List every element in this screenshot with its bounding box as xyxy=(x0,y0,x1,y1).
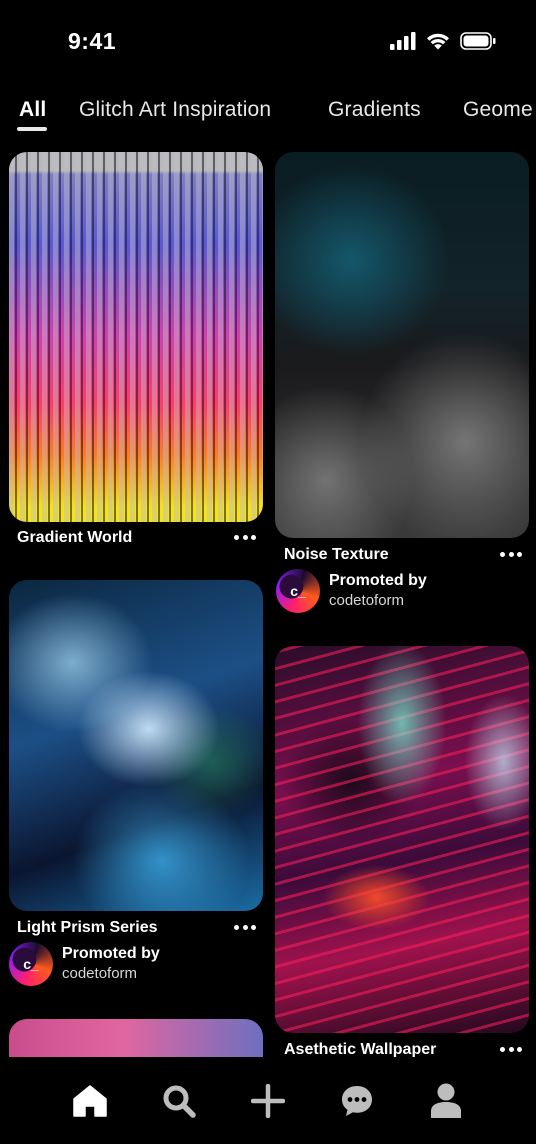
bottom-navigation xyxy=(0,1057,536,1144)
pin-title-noise-texture: Noise Texture xyxy=(284,546,389,563)
promoted-label: Promoted by xyxy=(62,945,160,962)
tab-glitch-art-inspiration[interactable]: Glitch Art Inspiration xyxy=(79,98,271,122)
cellular-signal-icon xyxy=(390,32,416,50)
avatar-initials: c_ xyxy=(23,956,39,972)
nav-profile[interactable] xyxy=(424,1079,468,1123)
pin-image-light-prism-series[interactable] xyxy=(9,580,263,911)
message-icon xyxy=(342,1085,373,1116)
pin-image-noise-texture[interactable] xyxy=(275,152,529,538)
home-icon xyxy=(72,1084,107,1117)
pin-title-light-prism-series: Light Prism Series xyxy=(17,919,158,936)
pin-image-gradient-world[interactable] xyxy=(9,152,263,522)
nav-messages[interactable] xyxy=(335,1079,379,1123)
status-time: 9:41 xyxy=(68,28,117,54)
avatar-initials: c_ xyxy=(290,583,306,599)
promoted-by[interactable]: c_ Promoted by codetoform xyxy=(276,569,427,613)
more-options-icon[interactable] xyxy=(234,923,256,931)
tab-gradients[interactable]: Gradients xyxy=(328,98,421,122)
wifi-icon xyxy=(427,33,449,50)
status-bar: 9:41 xyxy=(0,0,536,80)
promoted-label: Promoted by xyxy=(329,572,427,589)
profile-icon xyxy=(431,1083,462,1118)
avatar: c_ xyxy=(9,942,53,986)
active-tab-indicator xyxy=(17,127,47,131)
status-icons xyxy=(390,32,496,50)
more-options-icon[interactable] xyxy=(234,533,256,541)
more-options-icon[interactable] xyxy=(500,550,522,558)
nav-create[interactable] xyxy=(246,1079,290,1123)
battery-icon xyxy=(460,32,496,50)
tab-all[interactable]: All xyxy=(19,98,46,122)
promoted-by[interactable]: c_ Promoted by codetoform xyxy=(9,942,160,986)
more-options-icon[interactable] xyxy=(500,1045,522,1053)
nav-home[interactable] xyxy=(68,1079,112,1123)
avatar: c_ xyxy=(276,569,320,613)
pin-image-asethetic-wallpaper[interactable] xyxy=(275,646,529,1033)
nav-search[interactable] xyxy=(157,1079,201,1123)
tab-geometry[interactable]: Geome xyxy=(463,98,533,122)
pin-title-gradient-world: Gradient World xyxy=(17,529,133,546)
search-icon xyxy=(163,1085,196,1118)
promoter-name: codetoform xyxy=(329,592,405,609)
promoter-name: codetoform xyxy=(62,965,138,982)
board-tabs: All Glitch Art Inspiration Gradients Geo… xyxy=(0,88,536,134)
plus-icon xyxy=(250,1083,285,1118)
